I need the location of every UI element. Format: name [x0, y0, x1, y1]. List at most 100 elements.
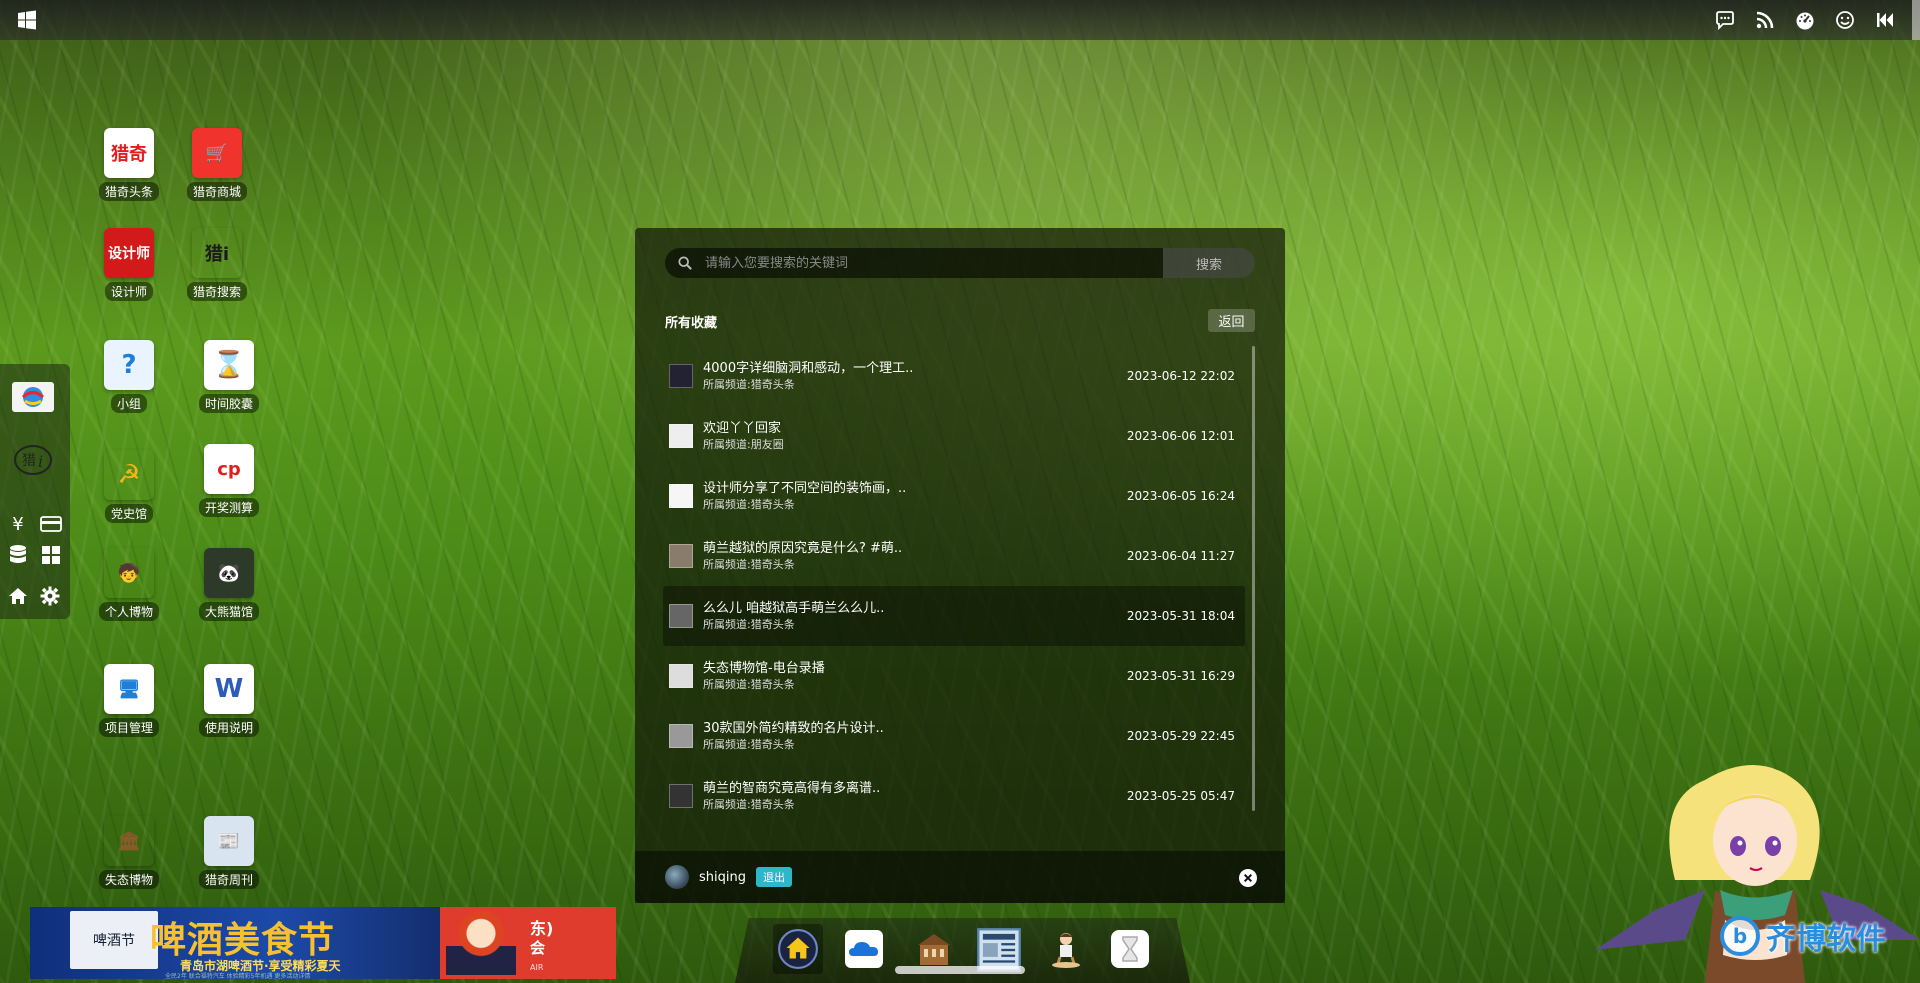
desktop-app-2[interactable]: 🛒 猎奇商城	[176, 128, 258, 201]
list-scrollbar[interactable]	[1252, 346, 1255, 811]
desktop-app-13[interactable]: 🏛 失态博物	[88, 816, 170, 889]
close-icon[interactable]	[1239, 869, 1257, 887]
desktop-app-14[interactable]: 📰 猎奇周刊	[188, 816, 270, 889]
card-icon[interactable]	[40, 514, 62, 534]
person-figure-icon[interactable]: 🧒	[104, 548, 154, 598]
smiley-icon[interactable]	[1834, 9, 1856, 31]
list-item[interactable]: 4000字详细脑洞和感动，一个理工.. 所属频道:猎奇头条 2023-06-12 2…	[663, 346, 1245, 406]
logout-button[interactable]: 退出	[755, 867, 792, 887]
help-bubble-icon[interactable]: ?	[104, 340, 154, 390]
top-bar	[0, 0, 1920, 40]
desktop-app-8[interactable]: cp 开奖测算	[188, 444, 270, 517]
news-app-icon[interactable]: 猎奇	[104, 128, 154, 178]
dashboard-icon[interactable]	[1794, 9, 1816, 31]
desktop-app-3[interactable]: 设计师 设计师	[88, 228, 170, 301]
search-button[interactable]: 搜索	[1163, 248, 1255, 278]
chat-icon[interactable]	[1714, 9, 1736, 31]
item-date: 2023-06-12 22:02	[1126, 369, 1235, 383]
desktop-app-5[interactable]: ? 小组	[88, 340, 170, 413]
item-title[interactable]: 30款国外简约精致的名片设计..	[703, 720, 1127, 737]
desktop-app-9[interactable]: 🧒 个人博物	[88, 548, 170, 621]
item-title[interactable]: 萌兰越狱的原因究竟是什么? #萌..	[703, 540, 1127, 557]
panda-icon[interactable]: 🐼	[204, 548, 254, 598]
list-item[interactable]: 欢迎丫丫回家 所属频道:朋友圈 2023-06-06 12:01	[663, 406, 1245, 466]
list-item[interactable]: 设计师分享了不同空间的装饰画，.. 所属频道:猎奇头条 2023-06-05 16:…	[663, 466, 1245, 526]
item-title[interactable]: 么么儿 咱越狱高手萌兰么么儿..	[703, 600, 1127, 617]
desktop-app-12[interactable]: W 使用说明	[188, 664, 270, 737]
ad-red-panel[interactable]: 东) 会 AIR	[440, 907, 616, 979]
home-icon[interactable]	[773, 924, 823, 974]
back-button[interactable]: 返回	[1208, 309, 1255, 332]
desktop-app-label: 开奖测算	[198, 498, 259, 517]
windows-icon[interactable]	[16, 9, 38, 31]
list-item[interactable]: 萌兰的智商究竟高得有多离谱.. 所属频道:猎奇头条 2023-05-25 05:47	[663, 766, 1245, 826]
database-icon[interactable]	[8, 544, 28, 566]
list-item[interactable]: 30款国外简约精致的名片设计.. 所属频道:猎奇头条 2023-05-29 22:4…	[663, 706, 1245, 766]
panel-footer: shiqing 退出	[635, 851, 1285, 903]
desktop-app-6[interactable]: ⌛ 时间胶囊	[188, 340, 270, 413]
desktop-app-11[interactable]: 🖥 项目管理	[88, 664, 170, 737]
ad-banner[interactable]: 啤酒节 啤酒美食节 青岛市湖啤酒节·享受精彩夏天 全民2年 联合福特汽车 体验精…	[30, 907, 616, 979]
windows-grid-icon[interactable]	[40, 544, 62, 566]
yuan-icon[interactable]: ¥	[8, 514, 28, 535]
museum-building-icon[interactable]: 🏛	[104, 816, 154, 866]
ad-beer-festival[interactable]: 啤酒节 啤酒美食节 青岛市湖啤酒节·享受精彩夏天 全民2年 联合福特汽车 体验精…	[30, 907, 440, 979]
list-item[interactable]: 失态博物馆-电台录播 所属频道:猎奇头条 2023-05-31 16:29	[663, 646, 1245, 706]
hourglass-icon[interactable]	[1109, 928, 1151, 970]
word-document-icon[interactable]: W	[204, 664, 254, 714]
desktop-app-label: 猎奇搜索	[186, 282, 247, 301]
desktop-app-7[interactable]: ☭ 党史馆	[88, 450, 170, 523]
username: shiqing	[699, 869, 746, 885]
search-app-icon[interactable]: 猎i	[192, 228, 242, 278]
designer-app-icon[interactable]: 设计师	[104, 228, 154, 278]
list-item[interactable]: 萌兰越狱的原因究竟是什么? #萌.. 所属频道:猎奇头条 2023-06-04 11…	[663, 526, 1245, 586]
avatar[interactable]	[665, 865, 689, 889]
watermark-text: 齐博软件	[1766, 922, 1886, 957]
rss-icon[interactable]	[1754, 9, 1776, 31]
item-thumbnail	[669, 604, 693, 628]
desktop-app-label: 项目管理	[98, 718, 159, 737]
item-title[interactable]: 失态博物馆-电台录播	[703, 660, 1127, 677]
item-thumbnail	[669, 424, 693, 448]
hourglass-icon[interactable]: ⌛	[204, 340, 254, 390]
desktop-app-label: 猎奇周刊	[198, 870, 259, 889]
desktop-app-1[interactable]: 猎奇 猎奇头条	[88, 128, 170, 201]
desktop-app-label: 大熊猫馆	[198, 602, 259, 621]
museum-building-icon[interactable]	[913, 928, 955, 970]
item-date: 2023-06-05 16:24	[1126, 489, 1235, 503]
item-text: 失态博物馆-电台录播 所属频道:猎奇头条	[703, 660, 1127, 693]
search-input[interactable]	[705, 248, 1163, 278]
desktop-app-label: 时间胶囊	[198, 394, 259, 413]
desktop-app-label: 猎奇头条	[98, 182, 159, 201]
settings-gear-icon[interactable]	[40, 586, 60, 606]
item-title[interactable]: 欢迎丫丫回家	[703, 420, 1127, 437]
home-icon[interactable]	[8, 586, 28, 606]
item-date: 2023-05-31 16:29	[1126, 669, 1235, 683]
lieqi-logo-icon[interactable]: 猎i	[10, 440, 56, 480]
shopping-cart-icon[interactable]: 🛒	[192, 128, 242, 178]
ad-right-line3: AIR	[530, 963, 544, 972]
monitor-icon[interactable]: 🖥	[104, 664, 154, 714]
rewind-icon[interactable]	[1874, 9, 1896, 31]
item-date: 2023-06-06 12:01	[1126, 429, 1235, 443]
item-thumbnail	[669, 784, 693, 808]
item-text: 设计师分享了不同空间的装饰画，.. 所属频道:猎奇头条	[703, 480, 1127, 513]
cloud-icon[interactable]	[843, 928, 885, 970]
newspaper-icon[interactable]: 📰	[204, 816, 254, 866]
globe-mail-icon[interactable]	[10, 376, 56, 416]
page-scrollbar[interactable]	[1912, 0, 1920, 40]
item-title[interactable]: 设计师分享了不同空间的装饰画，..	[703, 480, 1127, 497]
list-item[interactable]: 么么儿 咱越狱高手萌兰么么儿.. 所属频道:猎奇头条 2023-05-31 18:0…	[663, 586, 1245, 646]
dock-scrollbar[interactable]	[895, 966, 1025, 974]
desktop-app-10[interactable]: 🐼 大熊猫馆	[188, 548, 270, 621]
hammer-sickle-icon[interactable]: ☭	[104, 450, 154, 500]
person-figure-icon[interactable]	[1045, 928, 1087, 970]
panel-title: 所有收藏	[665, 316, 718, 331]
lottery-app-icon[interactable]: cp	[204, 444, 254, 494]
desktop-app-4[interactable]: 猎i 猎奇搜索	[176, 228, 258, 301]
ad-headline: 啤酒美食节	[150, 920, 336, 961]
item-thumbnail	[669, 544, 693, 568]
item-title[interactable]: 4000字详细脑洞和感动，一个理工..	[703, 360, 1127, 377]
item-text: 30款国外简约精致的名片设计.. 所属频道:猎奇头条	[703, 720, 1127, 753]
item-title[interactable]: 萌兰的智商究竟高得有多离谱..	[703, 780, 1127, 797]
